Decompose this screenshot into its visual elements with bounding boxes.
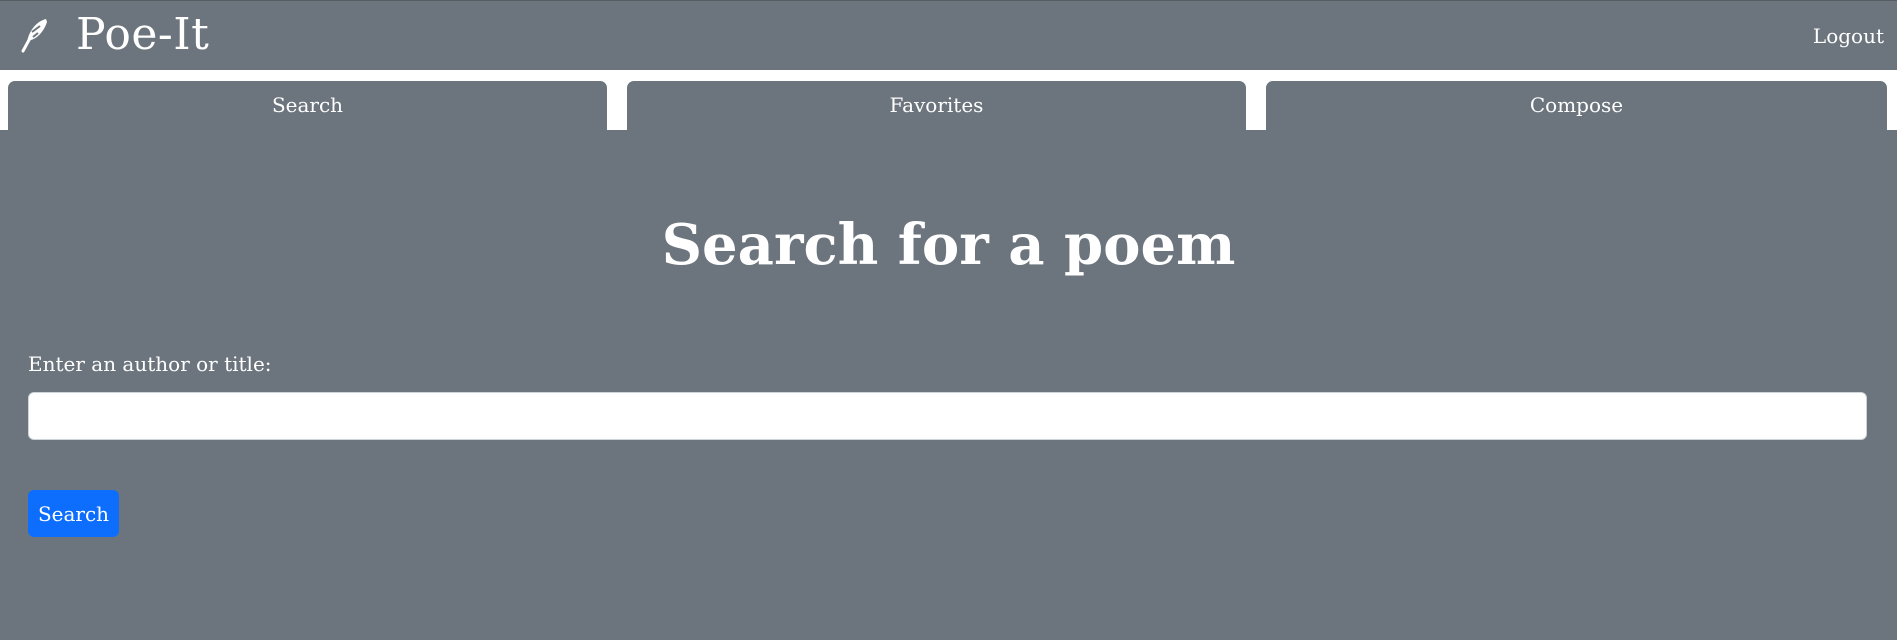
search-button[interactable]: Search <box>28 490 119 537</box>
search-input[interactable] <box>28 392 1867 440</box>
navbar: Poe-It Logout <box>0 0 1897 70</box>
quill-pen-icon <box>18 15 52 55</box>
search-field-label: Enter an author or title: <box>28 352 272 376</box>
logout-link[interactable]: Logout <box>1813 24 1884 48</box>
search-panel: Search for a poem Enter an author or tit… <box>0 130 1897 640</box>
brand-name: Poe-It <box>76 9 210 60</box>
page-title: Search for a poem <box>661 212 1236 278</box>
tab-bar: Search Favorites Compose <box>0 70 1897 130</box>
tab-favorites[interactable]: Favorites <box>627 81 1246 130</box>
tab-compose[interactable]: Compose <box>1266 81 1887 130</box>
brand[interactable]: Poe-It <box>18 7 209 63</box>
tab-search[interactable]: Search <box>8 81 607 130</box>
